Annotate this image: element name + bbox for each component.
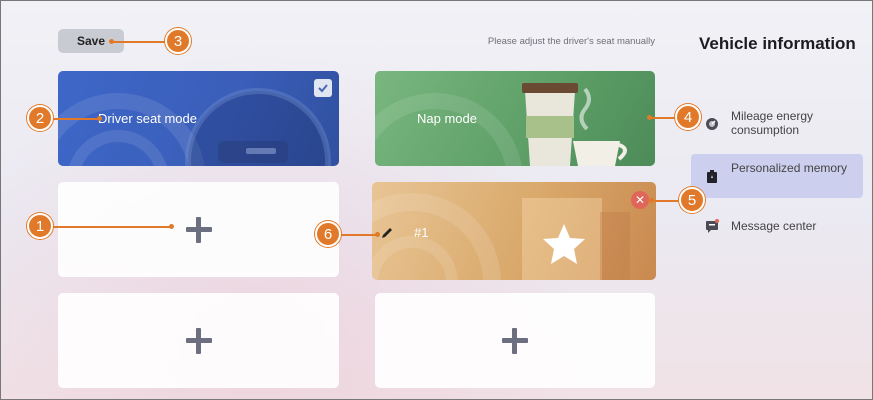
callout-1: 1 xyxy=(27,213,53,239)
sidebar-item-message-center[interactable]: Message center xyxy=(691,211,863,241)
callout-leader-dot xyxy=(647,115,652,120)
callout-leader xyxy=(341,234,377,236)
seat-memory-screen: Save Please adjust the driver's seat man… xyxy=(0,0,873,400)
custom-memory-card[interactable]: #1 ✕ xyxy=(372,182,656,280)
plus-icon xyxy=(185,216,212,243)
callout-6: 6 xyxy=(315,221,341,247)
callout-leader-dot xyxy=(109,39,114,44)
sidebar-item-label: Message center xyxy=(731,219,817,233)
callout-leader-dot xyxy=(97,116,102,121)
callout-leader xyxy=(649,117,677,119)
callout-leader-dot xyxy=(169,224,174,229)
driver-seat-mode-label: Driver seat mode xyxy=(98,111,197,126)
callout-leader xyxy=(111,41,169,43)
nap-mode-label: Nap mode xyxy=(417,111,477,126)
sidebar-item-personalized-memory[interactable]: Personalized memory xyxy=(691,154,863,198)
callout-2: 2 xyxy=(27,105,53,131)
callout-4: 4 xyxy=(675,104,701,130)
close-icon[interactable]: ✕ xyxy=(631,191,649,209)
callout-leader xyxy=(51,118,99,120)
edit-pencil-icon[interactable] xyxy=(380,226,394,240)
speedometer-icon xyxy=(706,118,718,130)
plus-icon xyxy=(185,327,212,354)
sidebar-item-mileage[interactable]: Mileage energy consumption xyxy=(691,105,863,143)
add-mode-slot[interactable] xyxy=(375,293,655,388)
add-mode-slot[interactable] xyxy=(58,293,339,388)
nap-mode-card[interactable]: Nap mode xyxy=(375,71,655,166)
sidebar-item-label: Personalized memory xyxy=(731,161,848,175)
callout-leader-dot xyxy=(375,232,380,237)
message-icon xyxy=(706,219,719,233)
sidebar-item-label: Mileage energy consumption xyxy=(731,109,814,137)
checkmark-icon[interactable] xyxy=(314,79,332,97)
seat-adjust-hint: Please adjust the driver's seat manually xyxy=(487,36,655,47)
callout-leader-dot xyxy=(649,198,654,203)
callout-leader xyxy=(51,226,171,228)
callout-leader xyxy=(651,200,681,202)
memory-icon xyxy=(707,170,717,183)
plus-icon xyxy=(502,327,528,354)
custom-memory-label: #1 xyxy=(414,225,429,240)
add-mode-slot[interactable] xyxy=(58,182,339,277)
callout-5: 5 xyxy=(679,187,705,213)
callout-3: 3 xyxy=(165,28,191,54)
panel-title: Vehicle information xyxy=(699,34,856,53)
